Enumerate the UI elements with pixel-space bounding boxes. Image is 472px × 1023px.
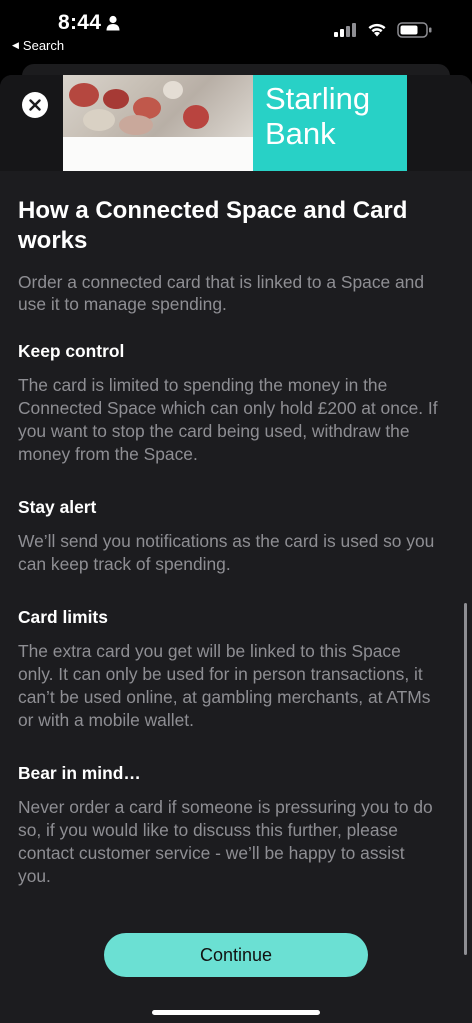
- section-body-card-limits: The extra card you get will be linked to…: [18, 641, 431, 730]
- back-arrow-icon: ◀: [12, 40, 19, 50]
- status-bar: 8:44 ◀ Search: [0, 0, 472, 60]
- section-heading-stay-alert: Stay alert: [18, 497, 97, 517]
- section-body-bear-in-mind: Never order a card if someone is pressur…: [18, 797, 433, 886]
- brand-logo-text: Starling Bank: [265, 81, 370, 151]
- section-body-keep-control: The card is limited to spending the mone…: [18, 375, 438, 464]
- screen: 8:44 ◀ Search Starling Bank How a Connec…: [0, 0, 472, 1023]
- wifi-icon: [368, 23, 386, 37]
- section-heading-bear-in-mind: Bear in mind…: [18, 763, 141, 783]
- scroll-indicator[interactable]: [464, 603, 467, 955]
- section-heading-card-limits: Card limits: [18, 607, 108, 627]
- signal-icon: [334, 23, 356, 37]
- hero-card-edge: [63, 137, 253, 171]
- info-sheet: Starling Bank How a Connected Space and …: [0, 75, 472, 1023]
- page-title: How a Connected Space and Card works: [18, 197, 408, 254]
- home-indicator[interactable]: [152, 1010, 320, 1015]
- person-icon: [106, 15, 120, 31]
- close-button[interactable]: [22, 92, 48, 118]
- status-time: 8:44: [58, 11, 102, 34]
- brand-line-2: Bank: [265, 116, 336, 151]
- section-heading-keep-control: Keep control: [18, 341, 125, 361]
- continue-button[interactable]: Continue: [104, 933, 368, 977]
- hero-banner: Starling Bank: [0, 75, 472, 171]
- sheet-content: How a Connected Space and Card works Ord…: [18, 196, 438, 918]
- hero-photo: [63, 75, 253, 137]
- battery-icon: [397, 22, 432, 38]
- brand-panel: Starling Bank: [253, 75, 407, 171]
- brand-line-1: Starling: [265, 81, 371, 116]
- intro-text: Order a connected card that is linked to…: [18, 272, 425, 314]
- close-icon: [29, 99, 41, 111]
- back-to-app-button[interactable]: ◀ Search: [12, 38, 64, 53]
- back-app-label: Search: [22, 38, 65, 53]
- section-body-stay-alert: We’ll send you notifications as the card…: [18, 531, 435, 574]
